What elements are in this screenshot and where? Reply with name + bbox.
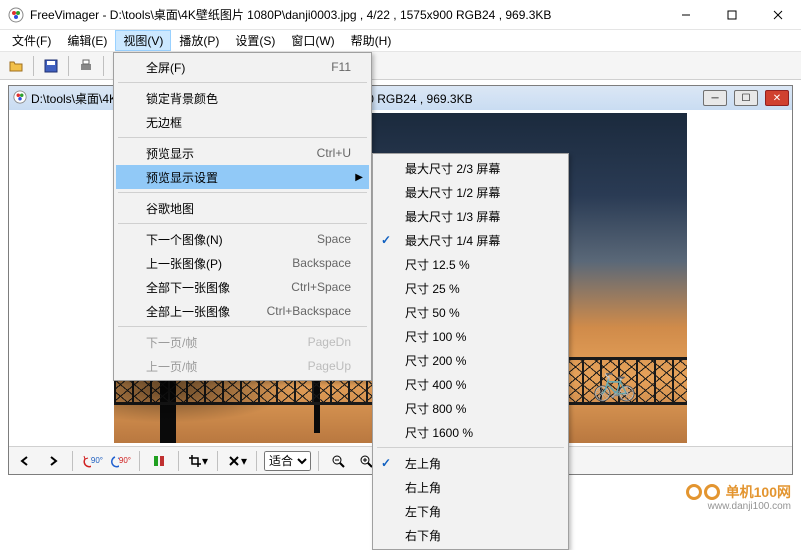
zoom-select[interactable]: 适合: [264, 451, 311, 471]
rotate-cw-button[interactable]: 90°: [108, 450, 132, 472]
submenu-size-1-3[interactable]: 最大尺寸 1/3 屏幕: [375, 204, 566, 228]
toolbar-separator: [68, 56, 69, 76]
preview-settings-submenu: 最大尺寸 2/3 屏幕 最大尺寸 1/2 屏幕 最大尺寸 1/3 屏幕 ✓最大尺…: [372, 153, 569, 550]
submenu-corner-bl[interactable]: 左下角: [375, 499, 566, 523]
submenu-size-100[interactable]: 尺寸 100 %: [375, 324, 566, 348]
menu-no-border[interactable]: 无边框: [116, 110, 369, 134]
submenu-size-12-5[interactable]: 尺寸 12.5 %: [375, 252, 566, 276]
app-icon: [8, 7, 24, 23]
open-button[interactable]: [4, 54, 28, 78]
check-icon: ✓: [381, 456, 391, 470]
maximize-button[interactable]: [709, 0, 755, 29]
next-button[interactable]: [41, 450, 65, 472]
menu-fullscreen[interactable]: 全屏(F)F11: [116, 55, 369, 79]
check-icon: ✓: [381, 233, 391, 247]
submenu-size-2-3[interactable]: 最大尺寸 2/3 屏幕: [375, 156, 566, 180]
close-button[interactable]: [755, 0, 801, 29]
menu-lock-bg-color[interactable]: 锁定背景颜色: [116, 86, 369, 110]
window-title: FreeVimager - D:\tools\桌面\4K壁纸图片 1080P\d…: [30, 6, 663, 23]
levels-button[interactable]: [147, 450, 171, 472]
main-titlebar: FreeVimager - D:\tools\桌面\4K壁纸图片 1080P\d…: [0, 0, 801, 30]
toolbar-separator: [33, 56, 34, 76]
minimize-button[interactable]: [663, 0, 709, 29]
submenu-size-400[interactable]: 尺寸 400 %: [375, 372, 566, 396]
menu-all-next[interactable]: 全部下一张图像Ctrl+Space: [116, 275, 369, 299]
submenu-size-1-4[interactable]: ✓最大尺寸 1/4 屏幕: [375, 228, 566, 252]
print-button[interactable]: [74, 54, 98, 78]
delete-button[interactable]: ▾: [225, 450, 249, 472]
prev-button[interactable]: [13, 450, 37, 472]
child-minimize-button[interactable]: ─: [703, 90, 727, 106]
menu-next-page: 下一页/帧PageDn: [116, 330, 369, 354]
menu-help[interactable]: 帮助(H): [343, 30, 400, 51]
menu-preview-show[interactable]: 预览显示Ctrl+U: [116, 141, 369, 165]
submenu-size-1600[interactable]: 尺寸 1600 %: [375, 420, 566, 444]
submenu-corner-tl[interactable]: ✓左上角: [375, 451, 566, 475]
crop-button[interactable]: ▾: [186, 450, 210, 472]
rotate-ccw-button[interactable]: 90°: [80, 450, 104, 472]
menu-file[interactable]: 文件(F): [4, 30, 59, 51]
menu-prev-page: 上一页/帧PageUp: [116, 354, 369, 378]
menu-preview-settings[interactable]: 预览显示设置▶: [116, 165, 369, 189]
save-button[interactable]: [39, 54, 63, 78]
submenu-size-1-2[interactable]: 最大尺寸 1/2 屏幕: [375, 180, 566, 204]
menu-edit[interactable]: 编辑(E): [59, 30, 115, 51]
submenu-size-200[interactable]: 尺寸 200 %: [375, 348, 566, 372]
toolbar-separator: [103, 56, 104, 76]
menu-google-maps[interactable]: 谷歌地图: [116, 196, 369, 220]
view-menu-dropdown: 全屏(F)F11 锁定背景颜色 无边框 预览显示Ctrl+U 预览显示设置▶ 谷…: [113, 52, 372, 381]
submenu-size-25[interactable]: 尺寸 25 %: [375, 276, 566, 300]
submenu-size-50[interactable]: 尺寸 50 %: [375, 300, 566, 324]
menu-prev-image[interactable]: 上一张图像(P)Backspace: [116, 251, 369, 275]
submenu-corner-br[interactable]: 右下角: [375, 523, 566, 547]
menu-settings[interactable]: 设置(S): [227, 30, 283, 51]
child-close-button[interactable]: ✕: [765, 90, 789, 106]
child-maximize-button[interactable]: ☐: [734, 90, 758, 106]
watermark: 单机100网 www.danji100.com: [686, 482, 791, 502]
app-icon: [13, 90, 27, 107]
zoom-out-button[interactable]: [326, 450, 350, 472]
submenu-arrow-icon: ▶: [355, 172, 363, 183]
submenu-corner-tr[interactable]: 右上角: [375, 475, 566, 499]
menu-all-prev[interactable]: 全部上一张图像Ctrl+Backspace: [116, 299, 369, 323]
menubar: 文件(F) 编辑(E) 视图(V) 播放(P) 设置(S) 窗口(W) 帮助(H…: [0, 30, 801, 52]
menu-play[interactable]: 播放(P): [171, 30, 227, 51]
menu-window[interactable]: 窗口(W): [283, 30, 342, 51]
submenu-size-800[interactable]: 尺寸 800 %: [375, 396, 566, 420]
menu-view[interactable]: 视图(V): [115, 30, 171, 51]
menu-next-image[interactable]: 下一个图像(N)Space: [116, 227, 369, 251]
